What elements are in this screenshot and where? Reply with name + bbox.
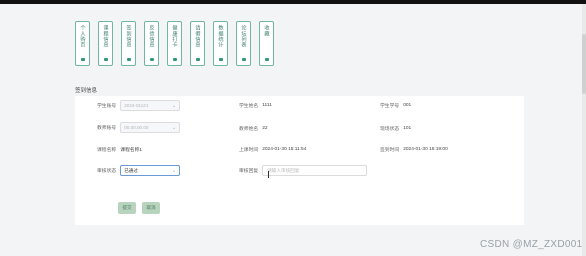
audit-reply-input[interactable]: 请输入审核回复 bbox=[262, 165, 368, 176]
audit-status-select[interactable]: 已通过 ⌄ bbox=[120, 165, 181, 176]
checkin-time-label: 签到时间 bbox=[380, 148, 400, 153]
nav-item-icon bbox=[103, 58, 108, 61]
teacher-id-field: 教师账号 00.00.00.00 ⌄ bbox=[97, 122, 181, 133]
teacher-id-value: 00.00.00.00 bbox=[124, 125, 149, 130]
checkin-time-field: 签到时间 2024-01-30 16:19:00 bbox=[380, 146, 448, 153]
nav-item-icon bbox=[149, 58, 154, 61]
nav-item-icon bbox=[264, 58, 269, 61]
watermark: CSDN @MZ_ZXD001 bbox=[480, 239, 583, 250]
teacher-id-label: 教师账号 bbox=[97, 126, 117, 131]
teacher-name-field: 教师姓名 22 bbox=[239, 125, 268, 132]
nav-item-label: 签到信息 bbox=[125, 25, 132, 48]
student-no-field: 学生学号 001 bbox=[380, 102, 411, 109]
class-time-value: 2024-01-30 15:11:54 bbox=[262, 147, 307, 152]
student-id-label: 学生账号 bbox=[97, 104, 117, 109]
status-value: 101 bbox=[403, 126, 412, 131]
section-title: 签到信息 bbox=[75, 88, 98, 94]
teacher-id-select: 00.00.00.00 ⌄ bbox=[120, 122, 181, 133]
chevron-down-icon: ⌄ bbox=[172, 124, 177, 131]
status-label: 现场状态 bbox=[380, 127, 400, 132]
nav-item-icon bbox=[241, 58, 246, 61]
class-time-label: 上课时间 bbox=[239, 148, 259, 153]
nav-item-checkin[interactable]: 签到信息 bbox=[121, 21, 136, 66]
text-cursor-icon bbox=[268, 171, 269, 178]
chevron-down-icon: ⌄ bbox=[172, 167, 177, 174]
nav-item-icon bbox=[172, 58, 177, 61]
class-time-field: 上课时间 2024-01-30 15:11:54 bbox=[239, 146, 306, 153]
nav-item-label: 健康打卡 bbox=[171, 25, 178, 48]
student-name-field: 学生姓名 1111 bbox=[239, 102, 272, 109]
audit-reply-label: 审核回复 bbox=[239, 169, 259, 174]
nav-item-icon bbox=[218, 58, 223, 61]
audit-status-value: 已通过 bbox=[124, 167, 138, 173]
nav-item-label: 论坛列表 bbox=[240, 25, 247, 48]
scrollbar-thumb[interactable] bbox=[582, 34, 586, 94]
teacher-name-label: 教师姓名 bbox=[239, 127, 259, 132]
audit-status-label: 审核状态 bbox=[97, 169, 117, 174]
nav-item-label: 请假信息 bbox=[194, 25, 201, 48]
course-label: 课程名称 bbox=[97, 148, 117, 153]
chevron-down-icon: ⌄ bbox=[172, 102, 177, 109]
audit-reply-field: 审核回复 请输入审核回复 bbox=[239, 165, 368, 176]
top-bar bbox=[0, 0, 586, 4]
nav-item-icon bbox=[126, 58, 131, 61]
submit-button[interactable]: 提交 bbox=[118, 202, 136, 214]
course-value: 课程名称1 bbox=[120, 148, 143, 153]
scrollbar[interactable] bbox=[582, 4, 586, 256]
nav-item-label: 收藏 bbox=[263, 25, 270, 37]
student-id-field: 学生账号 2024-01121 ⌄ bbox=[97, 100, 181, 111]
nav-item-leave[interactable]: 请假信息 bbox=[190, 21, 205, 66]
student-id-value: 2024-01121 bbox=[124, 103, 149, 108]
student-id-select: 2024-01121 ⌄ bbox=[120, 100, 181, 111]
nav-item-profile[interactable]: 个人购页 bbox=[75, 21, 90, 66]
nav-menu: 个人购页 课程信息 签到信息 反债信息 健康打卡 请假信息 数据统计 论坛列表 … bbox=[75, 21, 274, 66]
nav-item-icon bbox=[80, 58, 85, 61]
nav-item-feedback[interactable]: 反债信息 bbox=[144, 21, 159, 66]
nav-item-health[interactable]: 健康打卡 bbox=[167, 21, 182, 66]
nav-item-icon bbox=[195, 58, 200, 61]
status-field: 现场状态 101 bbox=[380, 125, 411, 132]
audit-status-field: 审核状态 已通过 ⌄ bbox=[97, 165, 181, 176]
nav-item-favorites[interactable]: 收藏 bbox=[259, 21, 274, 66]
nav-item-courses[interactable]: 课程信息 bbox=[98, 21, 113, 66]
nav-item-forum[interactable]: 论坛列表 bbox=[236, 21, 251, 66]
student-no-value: 001 bbox=[403, 103, 412, 108]
checkin-time-value: 2024-01-30 16:19:00 bbox=[403, 147, 448, 152]
student-name-value: 1111 bbox=[262, 103, 272, 108]
course-field: 课程名称 课程名称1 bbox=[97, 146, 142, 153]
nav-item-label: 课程信息 bbox=[102, 25, 109, 48]
nav-item-stats[interactable]: 数据统计 bbox=[213, 21, 228, 66]
audit-reply-placeholder: 请输入审核回复 bbox=[267, 167, 300, 173]
nav-item-label: 反债信息 bbox=[148, 25, 155, 48]
student-name-label: 学生姓名 bbox=[239, 104, 259, 109]
cancel-button[interactable]: 取消 bbox=[142, 202, 160, 214]
nav-item-label: 个人购页 bbox=[79, 25, 86, 48]
teacher-name-value: 22 bbox=[262, 126, 268, 131]
student-no-label: 学生学号 bbox=[380, 104, 400, 109]
nav-item-label: 数据统计 bbox=[217, 25, 224, 48]
